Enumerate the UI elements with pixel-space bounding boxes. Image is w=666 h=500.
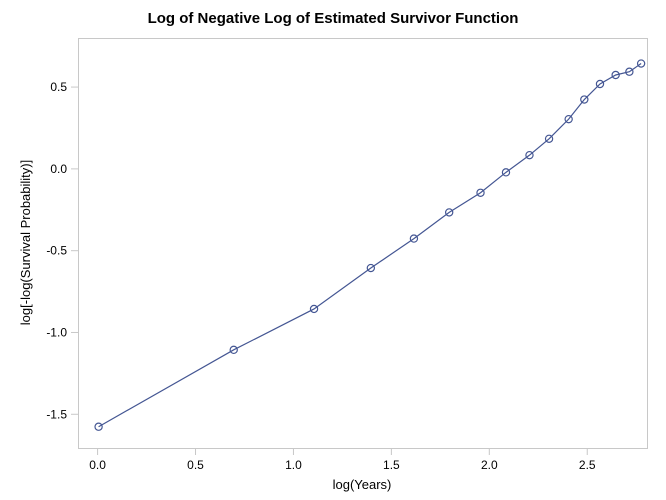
x-tick-label: 1.5 [383, 458, 400, 472]
chart-container: Log of Negative Log of Estimated Survivo… [0, 0, 666, 500]
plot-svg [79, 39, 647, 448]
y-tick-label: -0.5 [46, 244, 67, 258]
data-marker [95, 423, 102, 430]
chart-title: Log of Negative Log of Estimated Survivo… [0, 10, 666, 27]
x-tick-label: 1.0 [285, 458, 302, 472]
y-tick-label: 0.5 [50, 80, 67, 94]
x-tick-label: 0.5 [187, 458, 204, 472]
x-tick-label: 2.5 [579, 458, 596, 472]
y-tick-label: 0.0 [50, 162, 67, 176]
y-axis-label: log[-log(Survival Probability)] [18, 160, 33, 325]
x-tick-label: 0.0 [89, 458, 106, 472]
y-tick-label: -1.0 [46, 325, 67, 339]
x-axis-label: log(Years) [333, 477, 392, 492]
x-tick-label: 2.0 [481, 458, 498, 472]
plot-frame [78, 38, 648, 449]
data-line [99, 64, 642, 427]
y-tick-label: -1.5 [46, 407, 67, 421]
